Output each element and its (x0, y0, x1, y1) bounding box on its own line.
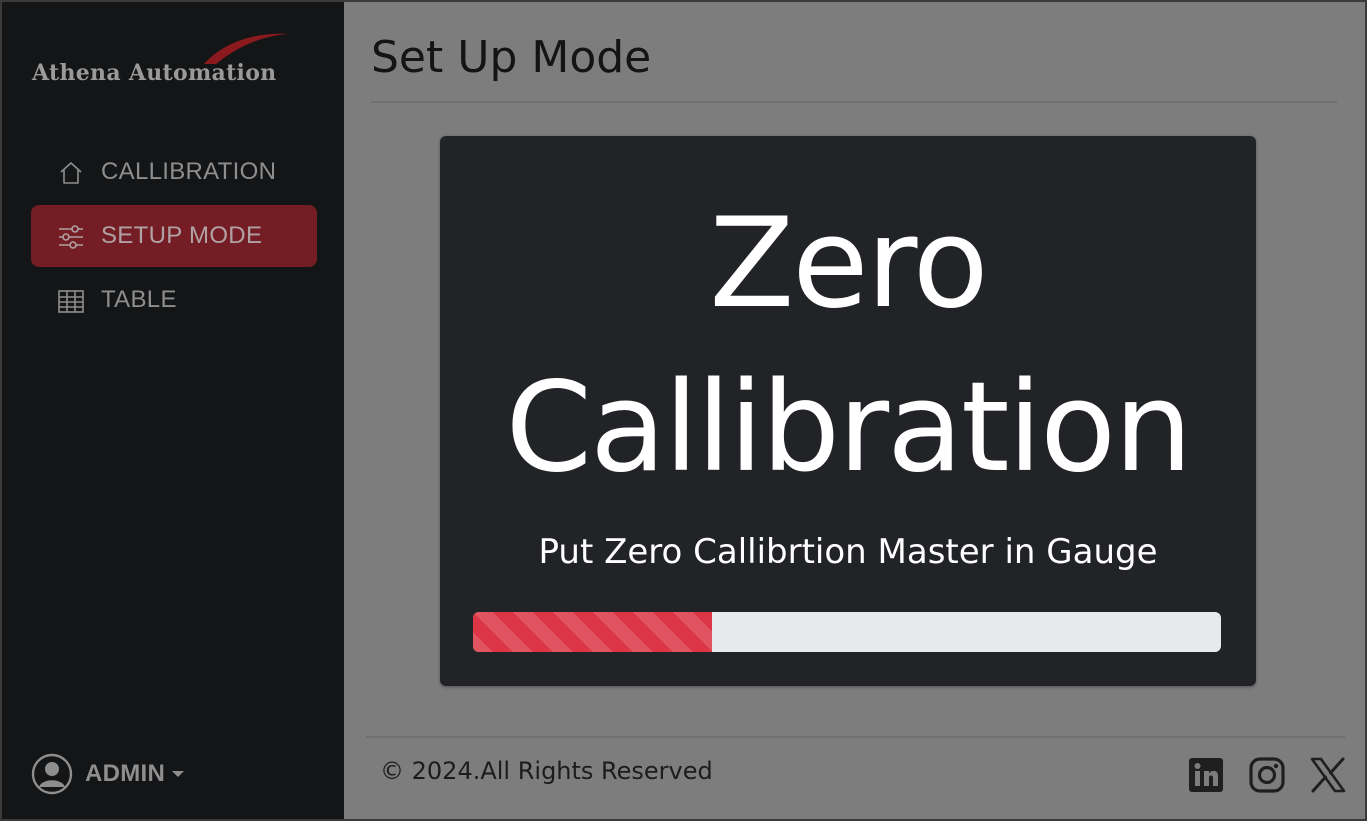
brand-logo[interactable]: Athena Automation (30, 30, 322, 92)
chevron-down-icon (172, 771, 185, 777)
user-circle-icon (31, 753, 73, 795)
sidebar-item-label: SETUP MODE (101, 222, 263, 249)
card-instruction: Put Zero Callibrtion Master in Gauge (538, 532, 1158, 572)
calibration-card: Zero Callibration Put Zero Callibrtion M… (440, 136, 1256, 686)
logo-text: Athena Automation (32, 60, 277, 86)
sliders-icon (59, 225, 83, 249)
sidebar-item-label: TABLE (101, 286, 177, 313)
instagram-icon[interactable] (1248, 756, 1286, 794)
title-divider (371, 101, 1337, 103)
sidebar-item-setup-mode[interactable]: SETUP MODE (31, 205, 317, 267)
sidebar-item-callibration[interactable]: CALLIBRATION (31, 141, 317, 203)
table-icon (58, 290, 84, 313)
page-title: Set Up Mode (371, 32, 652, 83)
home-icon (60, 162, 82, 184)
sidebar-item-table[interactable]: TABLE (31, 269, 317, 331)
card-heading: Zero Callibration (505, 192, 1192, 500)
progress-bar[interactable] (473, 612, 1221, 652)
sidebar-nav: CALLIBRATION SETUP MODE TABLE (31, 141, 317, 333)
user-menu[interactable]: ADMIN (31, 752, 185, 796)
linkedin-icon[interactable] (1187, 756, 1225, 794)
copyright-text: © 2024.All Rights Reserved (380, 757, 713, 785)
x-icon[interactable] (1309, 756, 1347, 794)
app-window: Athena Automation CALLIBRATION SETUP MOD… (0, 0, 1367, 821)
footer-divider (366, 736, 1345, 738)
progress-fill (473, 612, 713, 652)
sidebar-item-label: CALLIBRATION (101, 158, 277, 185)
user-name: ADMIN (85, 760, 166, 787)
main-content: Set Up Mode Zero Callibration Put Zero C… (344, 2, 1365, 819)
sidebar: Athena Automation CALLIBRATION SETUP MOD… (2, 2, 344, 819)
